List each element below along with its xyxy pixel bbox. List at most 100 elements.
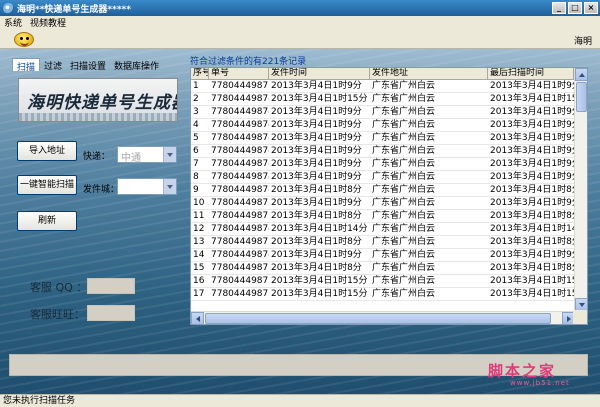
table-row[interactable]: 37780444987412013年3月4日1时9分广东省广州白云2013年3月… bbox=[191, 106, 574, 119]
table-cell: 12 bbox=[193, 224, 205, 234]
table-cell: 2013年3月4日1时9分 bbox=[271, 250, 362, 260]
table-cell: 广东省广州白云 bbox=[372, 263, 436, 273]
refresh-button[interactable]: 刷新 bbox=[17, 211, 77, 231]
vertical-scrollbar[interactable] bbox=[574, 68, 587, 311]
tab-scan-settings[interactable]: 扫描设置 bbox=[66, 58, 110, 72]
toolbar: 海明 bbox=[0, 29, 600, 49]
table-row[interactable]: 57780444987442013年3月4日1时9分广东省广州白云2013年3月… bbox=[191, 132, 574, 145]
table-cell: 广东省广州白云 bbox=[372, 185, 436, 195]
import-address-button[interactable]: 导入地址 bbox=[17, 141, 77, 161]
table-row[interactable]: 27780444987402013年3月4日1时15分广东省广州白云2013年3… bbox=[191, 93, 574, 106]
watermark-url: www.jb51.net bbox=[510, 379, 570, 387]
table-cell: 778044498741 bbox=[211, 107, 269, 117]
table-cell: 778044498754 bbox=[211, 276, 269, 286]
record-count: 符合过滤条件的有221条记录 bbox=[190, 57, 307, 67]
column-header[interactable]: 单号 bbox=[209, 68, 269, 79]
tab-strip: 扫描 过滤 扫描设置 数据库操作 bbox=[12, 58, 178, 73]
table-cell: 14 bbox=[193, 250, 205, 260]
wangwang-field bbox=[87, 305, 135, 321]
table-cell: 2013年3月4日1时9分 bbox=[490, 250, 574, 260]
table-row[interactable]: 47780444987452013年3月4日1时9分广东省广州白云2013年3月… bbox=[191, 119, 574, 132]
table-cell: 广东省广州白云 bbox=[372, 81, 436, 91]
table-cell: 2013年3月4日1时9分 bbox=[271, 198, 362, 208]
results-table: 序号 单号 发件时间 发件地址 最后扫描时间 17780444987382013… bbox=[190, 67, 588, 325]
table-row[interactable]: 147780444987422013年3月4日1时9分广东省广州白云2013年3… bbox=[191, 249, 574, 262]
tab-database[interactable]: 数据库操作 bbox=[110, 58, 163, 72]
table-cell: 778044498751 bbox=[211, 198, 269, 208]
table-cell: 2013年3月4日1时8分 bbox=[271, 211, 362, 221]
menu-bar: 系统 视频教程 bbox=[0, 16, 600, 29]
table-row[interactable]: 117780444987502013年3月4日1时8分广东省广州白云2013年3… bbox=[191, 210, 574, 223]
table-cell: 广东省广州白云 bbox=[372, 250, 436, 260]
table-cell: 3 bbox=[193, 107, 199, 117]
table-cell: 2013年3月4日1时9分 bbox=[490, 198, 574, 208]
table-cell: 2013年3月4日1时8分 bbox=[271, 237, 362, 247]
table-cell: 9 bbox=[193, 185, 199, 195]
table-cell: 2013年3月4日1时9分 bbox=[490, 146, 574, 156]
table-cell: 2013年3月4日1时8分 bbox=[490, 211, 574, 221]
chevron-down-icon[interactable] bbox=[163, 147, 176, 162]
table-cell: 广东省广州白云 bbox=[372, 107, 436, 117]
table-cell: 778044498743 bbox=[211, 146, 269, 156]
table-cell: 778044498755 bbox=[211, 289, 269, 299]
table-cell: 6 bbox=[193, 146, 199, 156]
table-cell: 2013年3月4日1时9分 bbox=[490, 120, 574, 130]
scroll-up-icon[interactable] bbox=[575, 68, 587, 81]
table-cell: 广东省广州白云 bbox=[372, 133, 436, 143]
watermark-text: 脚本之家 bbox=[488, 362, 557, 380]
column-header[interactable]: 发件时间 bbox=[269, 68, 370, 79]
column-header[interactable]: 发件地址 bbox=[370, 68, 488, 79]
table-row[interactable]: 87780444987482013年3月4日1时9分广东省广州白云2013年3月… bbox=[191, 171, 574, 184]
scroll-left-icon[interactable] bbox=[191, 312, 204, 324]
table-cell: 2013年3月4日1时8分 bbox=[490, 237, 574, 247]
table-row[interactable]: 127780444987472013年3月4日1时14分广东省广州白云2013年… bbox=[191, 223, 574, 236]
close-button[interactable]: × bbox=[584, 2, 598, 14]
scroll-thumb[interactable] bbox=[576, 82, 587, 112]
qq-label: 客服 QQ ： bbox=[30, 281, 88, 294]
table-body: 17780444987382013年3月4日1时9分广东省广州白云2013年3月… bbox=[191, 80, 574, 301]
maximize-button[interactable]: □ bbox=[568, 2, 582, 14]
logo-text: 海明快递单号生成器 bbox=[27, 93, 178, 113]
scroll-thumb[interactable] bbox=[205, 313, 551, 324]
express-select[interactable]: 中通 bbox=[117, 146, 177, 164]
table-row[interactable]: 17780444987382013年3月4日1时9分广东省广州白云2013年3月… bbox=[191, 80, 574, 93]
smart-scan-button[interactable]: 一键智能扫描 bbox=[17, 175, 77, 195]
table-cell: 广东省广州白云 bbox=[372, 289, 436, 299]
table-cell: 778044498742 bbox=[211, 250, 269, 260]
send-city-select[interactable] bbox=[117, 178, 177, 195]
column-header[interactable]: 序号 bbox=[191, 68, 209, 79]
table-cell: 广东省广州白云 bbox=[372, 172, 436, 182]
table-cell: 2013年3月4日1时8分 bbox=[490, 185, 574, 195]
table-cell: 7 bbox=[193, 159, 199, 169]
chevron-down-icon[interactable] bbox=[163, 179, 176, 194]
table-row[interactable]: 157780444987532013年3月4日1时8分广东省广州白云2013年3… bbox=[191, 262, 574, 275]
table-cell: 广东省广州白云 bbox=[372, 224, 436, 234]
table-row[interactable]: 67780444987432013年3月4日1时9分广东省广州白云2013年3月… bbox=[191, 145, 574, 158]
left-panel: 扫描 过滤 扫描设置 数据库操作 海明快递单号生成器 bbox=[12, 58, 178, 338]
tab-scan[interactable]: 扫描 bbox=[12, 58, 41, 73]
menu-system[interactable]: 系统 bbox=[0, 16, 26, 29]
table-cell: 778044498744 bbox=[211, 133, 269, 143]
send-city-label: 发件城： bbox=[83, 185, 120, 195]
column-header[interactable]: 最后扫描时间 bbox=[488, 68, 574, 79]
menu-video-tutorial[interactable]: 视频教程 bbox=[26, 16, 70, 29]
table-cell: 778044498749 bbox=[211, 185, 269, 195]
table-row[interactable]: 167780444987542013年3月4日1时15分广东省广州白云2013年… bbox=[191, 275, 574, 288]
smiley-icon bbox=[14, 32, 34, 47]
status-bar: 您未执行扫描任务 bbox=[0, 394, 600, 407]
logo-wave bbox=[19, 113, 177, 121]
table-cell: 10 bbox=[193, 198, 205, 208]
table-row[interactable]: 77780444987462013年3月4日1时9分广东省广州白云2013年3月… bbox=[191, 158, 574, 171]
table-row[interactable]: 177780444987552013年3月4日1时15分广东省广州白云2013年… bbox=[191, 288, 574, 301]
tab-filter[interactable]: 过滤 bbox=[40, 58, 66, 72]
table-cell: 778044498750 bbox=[211, 211, 269, 221]
table-row[interactable]: 137780444987522013年3月4日1时8分广东省广州白云2013年3… bbox=[191, 236, 574, 249]
table-cell: 2 bbox=[193, 94, 199, 104]
table-row[interactable]: 97780444987492013年3月4日1时8分广东省广州白云2013年3月… bbox=[191, 184, 574, 197]
table-cell: 2013年3月4日1时8分 bbox=[271, 185, 362, 195]
minimize-button[interactable]: _ bbox=[552, 2, 566, 14]
status-text: 您未执行扫描任务 bbox=[3, 396, 76, 406]
table-row[interactable]: 107780444987512013年3月4日1时9分广东省广州白云2013年3… bbox=[191, 197, 574, 210]
horizontal-scrollbar[interactable] bbox=[191, 311, 575, 324]
window-title: 海明**快递单号生成器***** bbox=[17, 4, 131, 15]
